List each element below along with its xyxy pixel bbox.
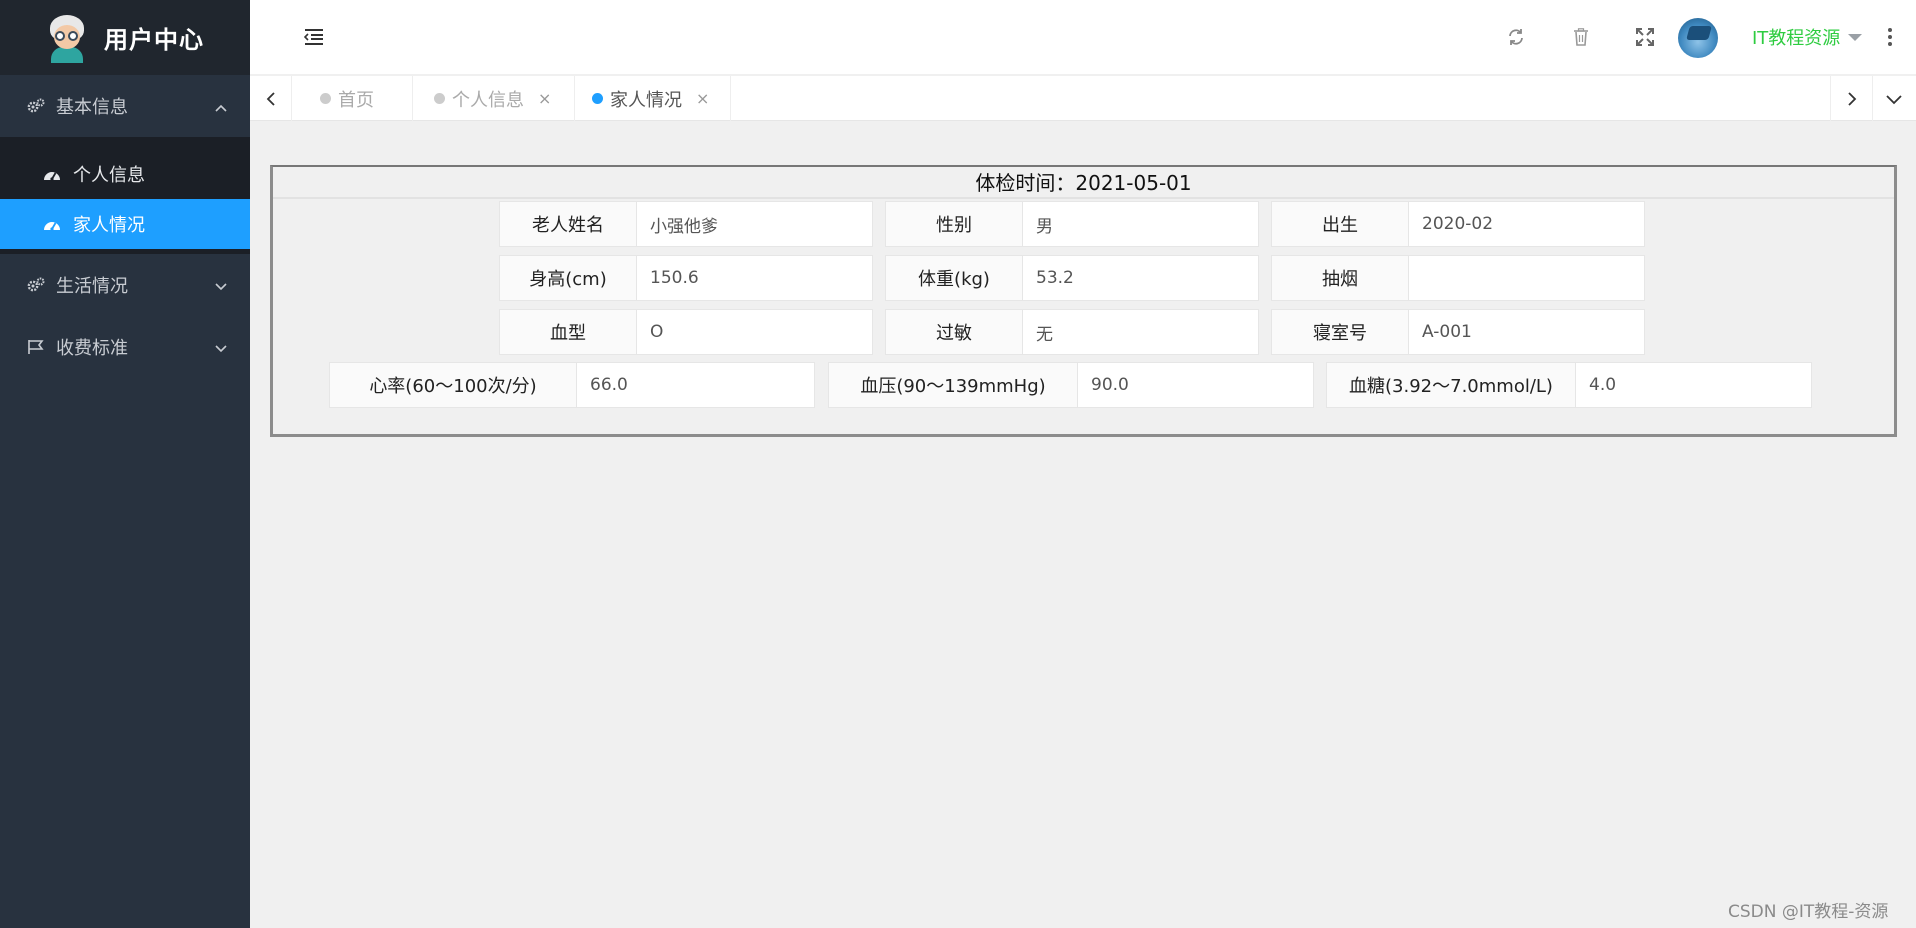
sidebar-group-label: 收费标准 [56,338,128,359]
field-label: 老人姓名 [499,201,637,247]
health-report-panel: 体检时间：2021-05-01 老人姓名 小强他爹 性别 男 出生 2020-0… [270,165,1897,437]
field-heart-rate: 心率(60～100次/分) 66.0 [329,362,815,408]
field-label: 血压(90～139mmHg) [828,362,1078,408]
field-value: 小强他爹 [637,201,873,247]
sidebar-submenu: 个人信息 家人情况 [0,137,250,254]
field-smoking: 抽烟 [1271,255,1645,301]
user-name: IT教程资源 [1752,28,1841,49]
logo[interactable]: 用户中心 [0,0,250,75]
dashboard-icon [43,166,61,182]
tab-label: 个人信息 [452,89,524,111]
field-label: 抽烟 [1271,255,1409,301]
tab-family[interactable]: 家人情况 × [575,76,731,121]
field-label: 血型 [499,309,637,355]
chevron-down-icon [214,340,228,354]
field-value [1409,255,1645,301]
chevron-right-icon [1847,91,1856,106]
field-label: 体重(kg) [885,255,1023,301]
refresh-icon[interactable] [1505,26,1527,48]
dashboard-icon [43,216,61,232]
field-label: 血糖(3.92～7.0mmol/L) [1326,362,1576,408]
sidebar-group-life[interactable]: 生活情况 [0,254,250,316]
field-label: 心率(60～100次/分) [329,362,577,408]
gears-icon [26,98,46,114]
field-blood-type: 血型 O [499,309,873,355]
sidebar-item-label: 个人信息 [73,165,145,186]
user-avatar[interactable] [1678,18,1718,58]
report-title-label: 体检时间： [975,171,1076,195]
gears-icon [26,277,46,293]
field-label: 出生 [1271,201,1409,247]
sidebar-group-basic-info[interactable]: 基本信息 [0,75,250,137]
user-menu[interactable]: IT教程资源 [1752,24,1863,50]
field-value: A-001 [1409,309,1645,355]
field-label: 过敏 [885,309,1023,355]
menu-icon[interactable] [303,28,324,46]
field-label: 寝室号 [1271,309,1409,355]
field-room: 寝室号 A-001 [1271,309,1645,355]
field-blood-pressure: 血压(90～139mmHg) 90.0 [828,362,1314,408]
sidebar-item-personal-info[interactable]: 个人信息 [0,149,250,199]
caret-down-icon [1848,33,1863,41]
sidebar: 用户中心 基本信息 个人信息 家人情况 生活情况 收费标准 [0,0,250,928]
field-value: 66.0 [577,362,815,408]
sidebar-group-fees[interactable]: 收费标准 [0,316,250,378]
report-date: 2021-05-01 [1075,171,1192,195]
field-height: 身高(cm) 150.6 [499,255,873,301]
chevron-up-icon [214,99,228,113]
tabs-scroll-left-button[interactable] [250,76,292,121]
watermark: CSDN @IT教程-资源 [1728,902,1889,922]
field-value: O [637,309,873,355]
field-label: 性别 [885,201,1023,247]
tab-dot [320,93,331,104]
sidebar-group-label: 生活情况 [56,276,128,297]
tabs-scroll-right-button[interactable] [1830,76,1872,121]
tabs-bar: 首页 个人信息 × 家人情况 × [250,76,1916,121]
close-icon[interactable]: × [538,89,551,108]
field-value: 无 [1023,309,1259,355]
close-icon[interactable]: × [696,89,709,108]
tab-label: 首页 [338,89,374,111]
field-weight: 体重(kg) 53.2 [885,255,1259,301]
field-value: 53.2 [1023,255,1259,301]
top-header: IT教程资源 [250,0,1916,75]
sidebar-item-family[interactable]: 家人情况 [0,199,250,249]
field-value: 2020-02 [1409,201,1645,247]
tab-dot [592,93,603,104]
logo-title: 用户中心 [104,26,204,54]
tab-home[interactable]: 首页 [292,76,413,121]
field-value: 150.6 [637,255,873,301]
sidebar-item-label: 家人情况 [73,215,145,236]
field-value: 4.0 [1576,362,1812,408]
trash-icon[interactable] [1570,26,1592,48]
field-value: 男 [1023,201,1259,247]
more-vertical-icon[interactable] [1885,26,1895,48]
chevron-left-icon [266,91,275,106]
field-value: 90.0 [1078,362,1314,408]
fullscreen-icon[interactable] [1634,26,1656,48]
tabs-options-button[interactable] [1872,76,1914,121]
field-name: 老人姓名 小强他爹 [499,201,873,247]
chevron-down-icon [1885,94,1902,104]
tab-dot [434,93,445,104]
field-label: 身高(cm) [499,255,637,301]
tab-label: 家人情况 [610,89,682,111]
report-title: 体检时间：2021-05-01 [273,167,1894,199]
field-blood-sugar: 血糖(3.92～7.0mmol/L) 4.0 [1326,362,1812,408]
field-allergy: 过敏 无 [885,309,1259,355]
chevron-down-icon [214,278,228,292]
flag-icon [26,339,46,355]
logo-avatar-icon [44,13,90,63]
field-gender: 性别 男 [885,201,1259,247]
sidebar-group-label: 基本信息 [56,97,128,118]
tab-personal-info[interactable]: 个人信息 × [413,76,575,121]
field-birth: 出生 2020-02 [1271,201,1645,247]
